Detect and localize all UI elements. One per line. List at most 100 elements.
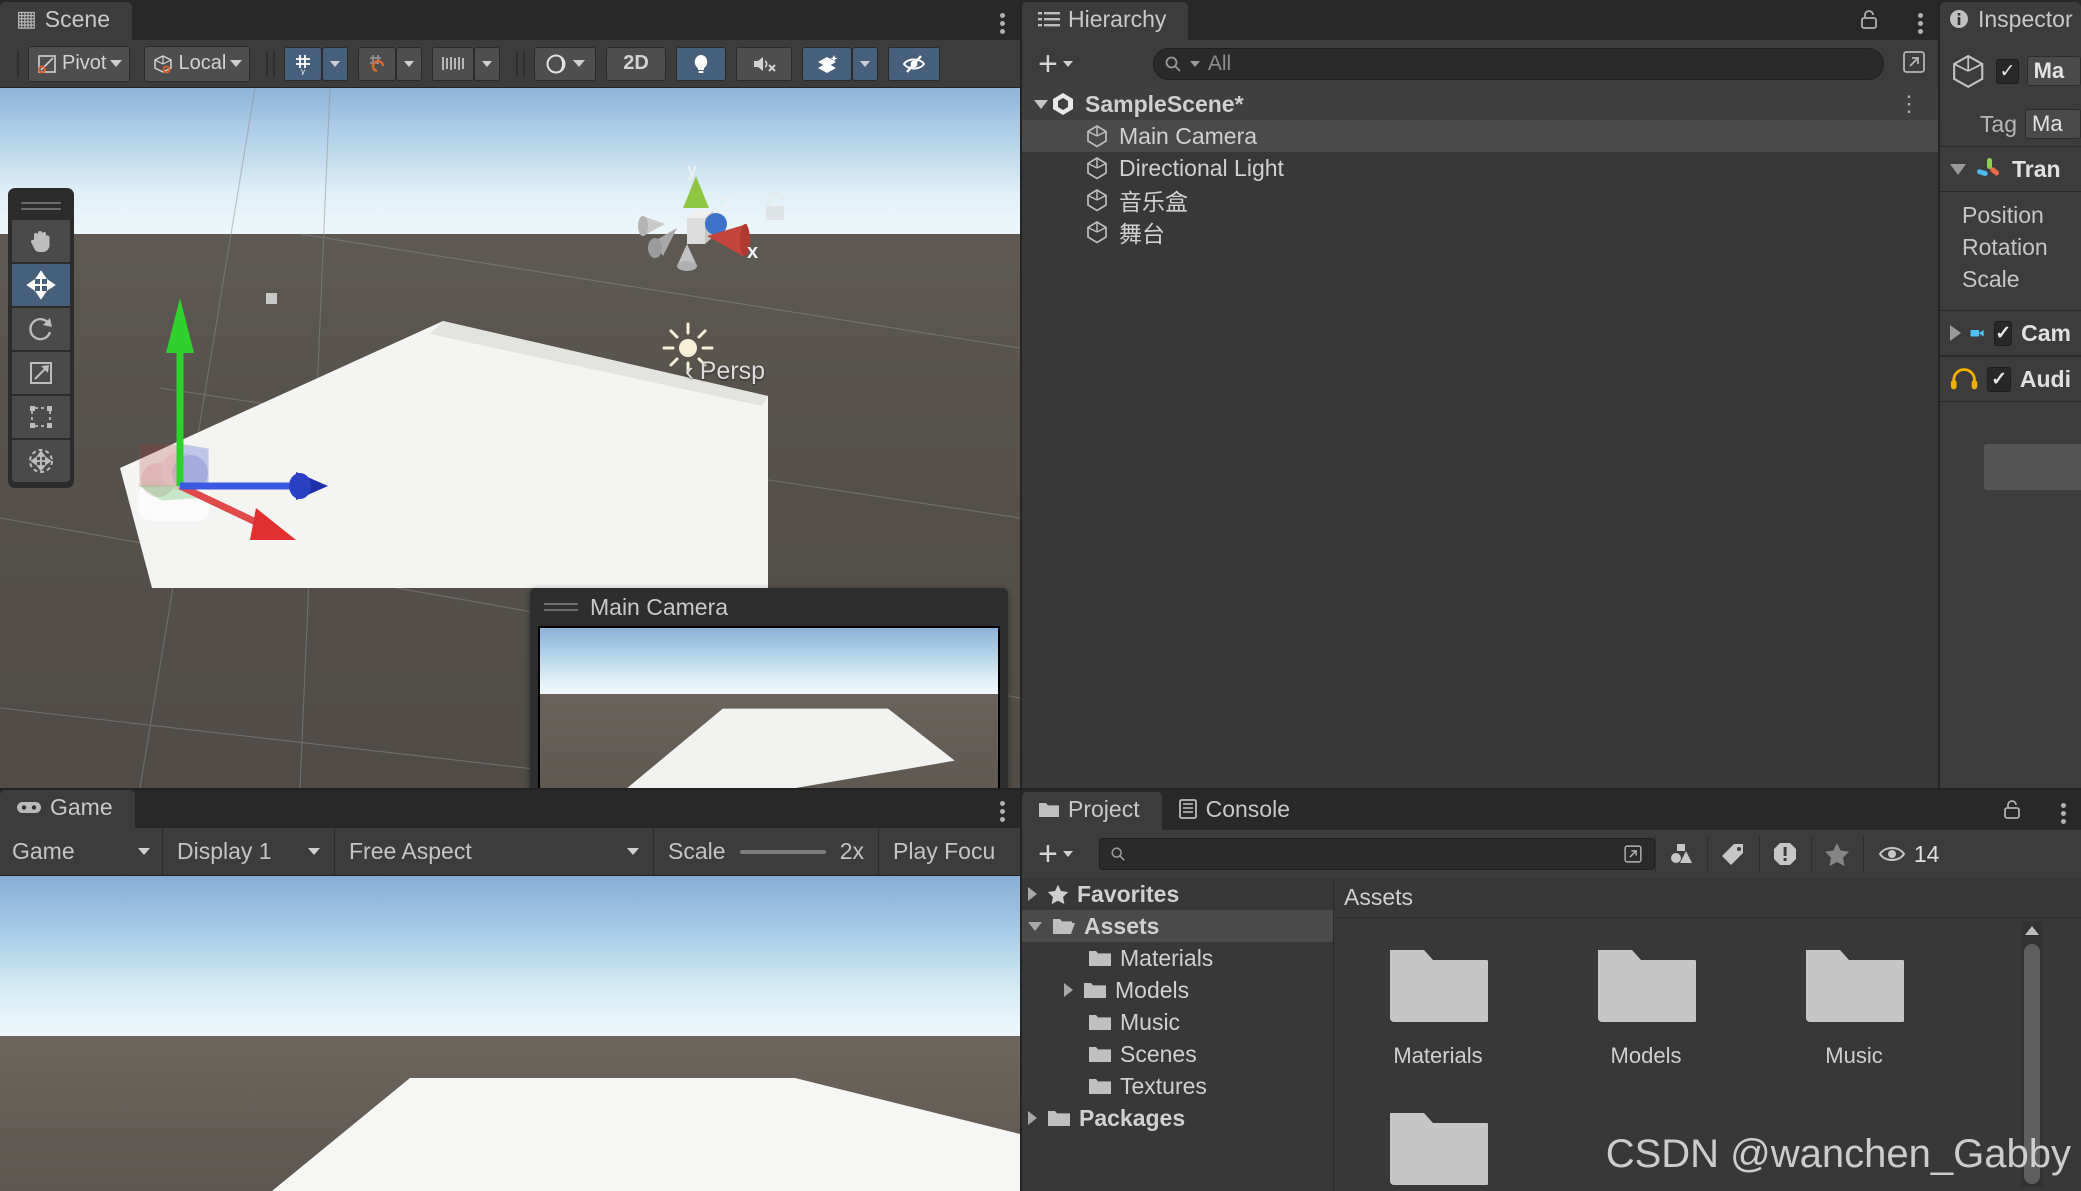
game-scale-slider[interactable]: Scale 2x <box>654 828 879 875</box>
asset-item[interactable]: Models <box>1570 942 1722 1069</box>
tab-inspector[interactable]: Inspector <box>1940 2 2081 40</box>
scene-fx-dropdown[interactable] <box>851 46 878 81</box>
project-splitter[interactable] <box>1022 788 2081 790</box>
game-options-menu[interactable] <box>1000 798 1006 825</box>
magnet-snapping-toggle[interactable] <box>358 46 397 81</box>
ruler-snapping-toggle[interactable] <box>432 46 475 81</box>
project-tree-item[interactable]: Packages <box>1022 1102 1333 1134</box>
project-tree-item[interactable]: Materials <box>1022 942 1333 974</box>
favorite-filter-button[interactable] <box>1810 836 1863 872</box>
visible-count-indicator[interactable]: 14 <box>1862 836 1954 872</box>
hierarchy-item[interactable]: 舞台 <box>1022 216 1938 248</box>
camera-preview-overlay[interactable]: Main Camera <box>530 588 1008 788</box>
projection-mode-toggle[interactable]: ‹ Persp <box>685 356 765 387</box>
tag-dropdown[interactable]: Ma <box>2025 109 2081 139</box>
scene-axis-gizmo[interactable]: y z x <box>625 166 765 296</box>
hierarchy-lock-button[interactable] <box>1858 9 1880 36</box>
chevron-right-icon[interactable] <box>1064 983 1073 997</box>
scene-options-menu[interactable] <box>1000 10 1006 37</box>
inspector-splitter[interactable] <box>1938 0 1940 788</box>
game-aspect-dropdown[interactable]: Free Aspect <box>335 828 654 875</box>
chevron-right-icon[interactable] <box>1028 1111 1037 1125</box>
project-lock-button[interactable] <box>2001 799 2023 826</box>
asset-item[interactable]: Music <box>1778 942 1930 1069</box>
project-tree-item[interactable]: Scenes <box>1022 1038 1333 1070</box>
scale-slider-track[interactable] <box>739 849 826 854</box>
object-active-checkbox[interactable]: ✓ <box>1996 58 2019 84</box>
project-options-menu[interactable] <box>2061 800 2067 827</box>
drag-handle[interactable] <box>21 199 61 213</box>
hierarchy-search-input[interactable]: All <box>1152 48 1884 80</box>
external-window-icon[interactable] <box>1622 843 1644 865</box>
magnet-snapping-dropdown[interactable] <box>396 46 423 81</box>
asset-item[interactable]: Materials <box>1362 942 1514 1069</box>
filter-by-importlog-button[interactable] <box>1758 836 1811 872</box>
rotate-tool[interactable] <box>12 308 70 350</box>
asset-item[interactable]: Scenes <box>1362 1105 1514 1191</box>
scene-audio-toggle[interactable] <box>735 46 792 81</box>
scene-viewport[interactable]: y z x ‹ Persp Main Camera <box>0 88 1020 788</box>
chevron-down-icon[interactable] <box>1028 921 1042 931</box>
scene-visibility-toggle[interactable] <box>887 46 940 81</box>
project-add-button[interactable]: + <box>1032 837 1079 871</box>
scrollbar-thumb[interactable] <box>2024 944 2040 1184</box>
game-viewport[interactable] <box>0 876 1020 1191</box>
scroll-up-arrow-icon[interactable] <box>2025 926 2039 935</box>
grid-snapping-dropdown[interactable] <box>322 46 349 81</box>
scale-tool[interactable] <box>12 352 70 394</box>
hierarchy-item[interactable]: Main Camera <box>1022 120 1938 152</box>
camera-component-header[interactable]: ✓ Cam <box>1940 310 2081 356</box>
scene-fx-toggle[interactable] <box>801 46 852 81</box>
drag-handle[interactable] <box>544 602 578 612</box>
hierarchy-item[interactable]: Directional Light <box>1022 152 1938 184</box>
project-tree-item[interactable]: Favorites <box>1022 878 1333 910</box>
tab-scene[interactable]: ▦ Scene <box>0 2 133 40</box>
audio-component-header[interactable]: ✓ Audi <box>1940 356 2081 402</box>
horizontal-splitter[interactable] <box>0 788 1020 790</box>
tab-game[interactable]: Game <box>0 790 135 828</box>
tab-hierarchy[interactable]: Hierarchy <box>1022 2 1189 40</box>
rect-tool[interactable] <box>12 396 70 438</box>
transform-component-header[interactable]: Tran <box>1940 146 2081 192</box>
scene-context-menu[interactable]: ⋮ <box>1898 93 1920 115</box>
pivot-mode-button[interactable]: Pivot <box>28 45 131 82</box>
object-name-field[interactable]: Ma <box>2026 56 2081 86</box>
chevron-right-icon[interactable] <box>1950 325 1961 341</box>
add-component-button[interactable] <box>1984 444 2081 490</box>
inspector-tag-row: Tag Ma <box>1940 102 2081 146</box>
hierarchy-scene-row[interactable]: SampleScene* ⋮ <box>1022 88 1938 120</box>
hand-tool[interactable] <box>12 220 70 262</box>
play-focused-toggle[interactable]: Play Focu <box>879 828 1020 875</box>
project-tree-item[interactable]: Models <box>1022 974 1333 1006</box>
chevron-down-icon[interactable] <box>1950 163 1966 175</box>
hierarchy-add-button[interactable]: + <box>1032 47 1079 81</box>
project-search-input[interactable] <box>1098 838 1655 870</box>
tab-project[interactable]: Project <box>1022 792 1162 830</box>
draw-mode-button[interactable] <box>534 46 597 81</box>
vertical-splitter[interactable] <box>1020 0 1022 1191</box>
chevron-right-icon[interactable] <box>1028 887 1037 901</box>
hierarchy-item[interactable]: 音乐盒 <box>1022 184 1938 216</box>
assets-scrollbar[interactable] <box>2021 922 2043 1187</box>
project-tree-item[interactable]: Music <box>1022 1006 1333 1038</box>
filter-by-type-button[interactable] <box>1654 836 1707 872</box>
audio-enabled-checkbox[interactable]: ✓ <box>1987 366 2011 392</box>
transform-tool[interactable] <box>12 440 70 482</box>
hierarchy-options-menu[interactable] <box>1918 10 1924 37</box>
hierarchy-search-expand-button[interactable] <box>1900 48 1928 81</box>
scene-lighting-toggle[interactable] <box>675 46 726 81</box>
project-tree-item[interactable]: Assets <box>1022 910 1333 942</box>
handle-space-button[interactable]: Local <box>144 45 251 82</box>
toggle-2d-button[interactable]: 2D <box>606 46 666 81</box>
move-gizmo[interactable] <box>100 268 400 568</box>
filter-by-label-button[interactable] <box>1706 836 1759 872</box>
tab-console[interactable]: Console <box>1161 792 1312 830</box>
game-display-dropdown[interactable]: Display 1 <box>163 828 335 875</box>
chevron-down-icon[interactable] <box>1034 99 1048 109</box>
project-tree-item[interactable]: Textures <box>1022 1070 1333 1102</box>
grid-snapping-toggle[interactable]: y <box>284 46 323 81</box>
camera-enabled-checkbox[interactable]: ✓ <box>1994 320 2013 346</box>
ruler-snapping-dropdown[interactable] <box>474 46 501 81</box>
move-tool[interactable] <box>12 264 70 306</box>
game-view-mode-dropdown[interactable]: Game <box>0 828 163 875</box>
